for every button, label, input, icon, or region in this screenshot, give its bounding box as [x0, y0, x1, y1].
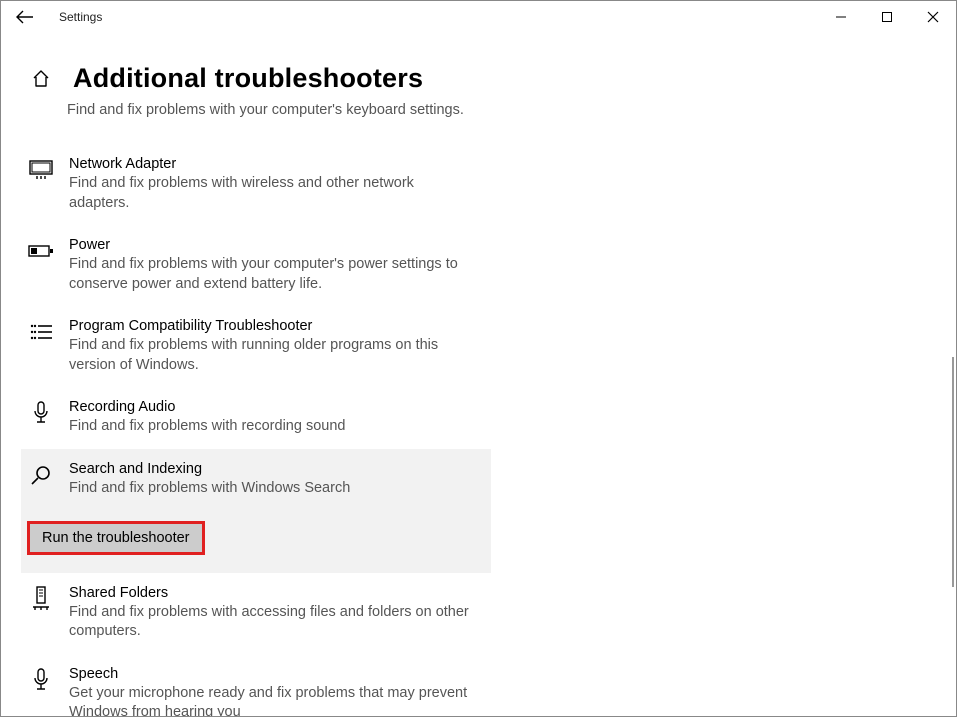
troubleshooter-recording-audio[interactable]: Recording Audio Find and fix problems wi…	[27, 387, 487, 449]
item-title: Speech	[69, 666, 477, 682]
close-icon	[927, 11, 939, 23]
power-icon	[27, 237, 55, 265]
item-title: Program Compatibility Troubleshooter	[69, 318, 477, 334]
scrollbar[interactable]	[952, 357, 954, 587]
troubleshooter-shared-folders[interactable]: Shared Folders Find and fix problems wit…	[27, 573, 487, 654]
troubleshooter-program-compatibility[interactable]: Program Compatibility Troubleshooter Fin…	[27, 306, 487, 387]
troubleshooter-speech[interactable]: Speech Get your microphone ready and fix…	[27, 654, 487, 716]
back-button[interactable]	[13, 10, 37, 24]
page-subtitle: Find and fix problems with your computer…	[67, 102, 956, 118]
item-title: Shared Folders	[69, 585, 477, 601]
search-icon	[27, 461, 55, 489]
troubleshooter-network-adapter[interactable]: Network Adapter Find and fix problems wi…	[27, 144, 487, 225]
run-troubleshooter-button[interactable]: Run the troubleshooter	[27, 521, 205, 555]
home-icon	[27, 65, 55, 93]
window-title: Settings	[59, 10, 102, 24]
back-arrow-icon	[16, 10, 34, 24]
list-icon	[27, 318, 55, 346]
item-desc: Get your microphone ready and fix proble…	[69, 684, 477, 716]
microphone-icon	[27, 666, 55, 694]
item-title: Network Adapter	[69, 156, 477, 172]
troubleshooter-list: Network Adapter Find and fix problems wi…	[27, 144, 956, 716]
maximize-icon	[881, 11, 893, 23]
item-desc: Find and fix problems with your computer…	[69, 255, 477, 294]
item-title: Recording Audio	[69, 399, 477, 415]
item-title: Search and Indexing	[69, 461, 350, 477]
minimize-button[interactable]	[818, 1, 864, 33]
network-adapter-icon	[27, 156, 55, 184]
item-desc: Find and fix problems with accessing fil…	[69, 603, 477, 642]
item-desc: Find and fix problems with Windows Searc…	[69, 479, 350, 499]
item-desc: Find and fix problems with recording sou…	[69, 417, 477, 437]
troubleshooter-power[interactable]: Power Find and fix problems with your co…	[27, 225, 487, 306]
item-desc: Find and fix problems with wireless and …	[69, 174, 477, 213]
minimize-icon	[835, 11, 847, 23]
close-button[interactable]	[910, 1, 956, 33]
item-title: Power	[69, 237, 477, 253]
shared-folders-icon	[27, 585, 55, 613]
microphone-icon	[27, 399, 55, 427]
troubleshooter-search-indexing[interactable]: Search and Indexing Find and fix problem…	[21, 449, 491, 573]
page-title: Additional troubleshooters	[73, 63, 423, 94]
item-desc: Find and fix problems with running older…	[69, 336, 477, 375]
maximize-button[interactable]	[864, 1, 910, 33]
